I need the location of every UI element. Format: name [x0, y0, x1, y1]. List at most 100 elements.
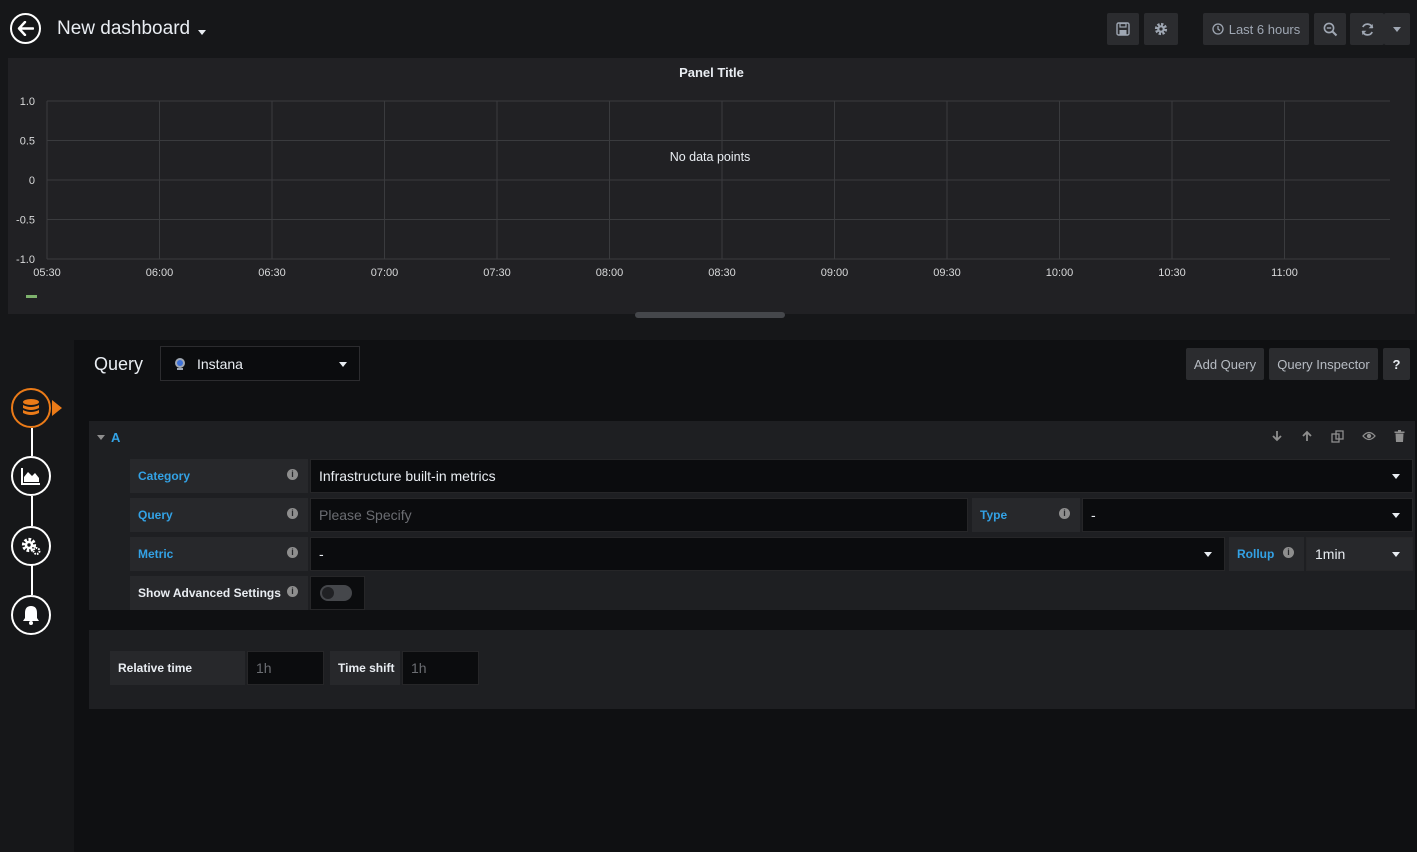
step-general[interactable]	[11, 526, 51, 566]
datasource-picker[interactable]: Instana	[160, 346, 360, 381]
metric-label-text: Metric	[138, 547, 174, 561]
instana-logo-icon	[175, 357, 185, 370]
metric-label: Metric i	[130, 537, 308, 571]
zoom-out-icon	[1323, 22, 1337, 36]
collapse-caret-icon	[97, 435, 105, 440]
help-button[interactable]: ?	[1383, 348, 1410, 380]
back-button[interactable]	[10, 13, 41, 44]
info-icon[interactable]: i	[287, 469, 298, 480]
datasource-name: Instana	[197, 355, 243, 372]
type-label: Type i	[972, 498, 1080, 532]
chevron-down-icon	[1392, 474, 1400, 479]
step-alert[interactable]	[11, 595, 51, 635]
x-tick-label: 11:00	[1271, 267, 1298, 279]
refresh-button[interactable]	[1350, 13, 1384, 45]
step-connector	[31, 428, 33, 456]
type-select[interactable]: -	[1082, 498, 1413, 532]
query-row-header	[89, 421, 1415, 455]
step-visualization[interactable]	[11, 456, 51, 496]
info-icon[interactable]: i	[287, 508, 298, 519]
database-icon	[23, 399, 39, 415]
dashboard-title[interactable]: New dashboard	[57, 18, 207, 40]
time-shift-label: Time shift	[330, 651, 400, 685]
trash-icon[interactable]	[1394, 430, 1405, 442]
query-label-text: Query	[138, 508, 173, 522]
relative-time-label: Relative time	[110, 651, 245, 685]
x-tick-label: 06:30	[258, 267, 286, 279]
graph-canvas: 1.0 0.5 0 -0.5 -1.0 05:30 06:00 06:30 07:00 07:3…	[16, 96, 1390, 298]
query-row-actions	[1271, 430, 1405, 443]
chevron-down-icon	[1392, 552, 1400, 557]
type-value: -	[1091, 507, 1096, 523]
x-tick-label: 09:00	[821, 267, 849, 279]
area-chart-icon	[21, 468, 40, 485]
category-value: Infrastructure built-in metrics	[319, 468, 496, 484]
y-tick-label: 1.0	[20, 96, 35, 108]
query-row-toggle[interactable]: A	[97, 430, 120, 445]
rollup-label-text: Rollup	[1237, 547, 1275, 561]
rollup-select[interactable]: 1min	[1306, 537, 1413, 571]
time-range-label: Last 6 hours	[1228, 21, 1301, 37]
info-icon[interactable]: i	[1059, 508, 1070, 519]
time-shift-input[interactable]: 1h	[402, 651, 479, 685]
advanced-settings-label-text: Show Advanced Settings	[138, 586, 281, 600]
toggle-knob	[322, 587, 334, 599]
dashboard-title-text: New dashboard	[57, 18, 191, 39]
x-tick-label: 08:00	[596, 267, 624, 279]
query-input[interactable]: Please Specify	[310, 498, 968, 532]
save-icon	[1116, 22, 1130, 36]
y-tick-label: -0.5	[16, 215, 35, 227]
y-tick-label: 0	[29, 175, 35, 187]
x-tick-label: 07:30	[483, 267, 511, 279]
panel-resize-handle[interactable]	[635, 312, 785, 318]
clock-icon	[1212, 23, 1224, 35]
chevron-down-icon	[198, 29, 207, 35]
chevron-down-icon	[1393, 26, 1401, 32]
query-section-title: Query	[94, 354, 144, 374]
time-picker-button[interactable]: Last 6 hours	[1203, 13, 1309, 45]
cogs-icon	[21, 537, 41, 555]
eye-icon[interactable]	[1362, 430, 1376, 442]
step-connector	[31, 496, 33, 526]
category-select[interactable]: Infrastructure built-in metrics	[310, 459, 1413, 493]
active-step-pointer	[52, 400, 62, 416]
info-icon[interactable]: i	[287, 547, 298, 558]
save-dashboard-button[interactable]	[1107, 13, 1139, 45]
y-tick-label: -1.0	[16, 254, 35, 266]
move-up-icon[interactable]	[1301, 430, 1313, 442]
info-icon[interactable]: i	[287, 586, 298, 597]
relative-time-input[interactable]: 1h	[247, 651, 324, 685]
x-tick-label: 10:30	[1158, 267, 1186, 279]
bell-icon	[23, 606, 39, 625]
x-tick-label: 05:30	[33, 267, 61, 279]
chevron-down-icon	[1204, 552, 1212, 557]
rollup-value: 1min	[1315, 546, 1346, 562]
advanced-settings-label: Show Advanced Settings i	[130, 576, 308, 610]
legend-series-swatch[interactable]	[26, 295, 37, 298]
info-icon[interactable]: i	[1283, 547, 1294, 558]
x-tick-label: 09:30	[933, 267, 961, 279]
duplicate-icon[interactable]	[1331, 430, 1344, 443]
type-label-text: Type	[980, 508, 1008, 522]
dashboard-settings-button[interactable]	[1144, 13, 1178, 45]
x-tick-label: 10:00	[1046, 267, 1074, 279]
refresh-icon	[1361, 22, 1373, 36]
refresh-interval-dropdown[interactable]	[1384, 13, 1410, 45]
metric-value: -	[319, 546, 324, 562]
category-label: Category i	[130, 459, 308, 493]
chevron-down-icon	[339, 362, 347, 367]
move-down-icon[interactable]	[1271, 430, 1283, 442]
zoom-out-button[interactable]	[1314, 13, 1346, 45]
chevron-down-icon	[1392, 513, 1400, 518]
graph-panel[interactable]: Panel Title 1.0 0.5 0 -0.5 -1.0 05:30 06:00 06…	[8, 58, 1415, 314]
x-tick-label: 08:30	[708, 267, 736, 279]
rollup-label: Rollup i	[1229, 537, 1304, 571]
category-label-text: Category	[138, 469, 191, 483]
query-letter: A	[111, 430, 121, 445]
step-queries[interactable]	[11, 388, 51, 428]
metric-select[interactable]: -	[310, 537, 1225, 571]
y-tick-label: 0.5	[20, 136, 35, 148]
add-query-button[interactable]: Add Query	[1186, 348, 1264, 380]
query-inspector-button[interactable]: Query Inspector	[1269, 348, 1378, 380]
step-connector	[31, 565, 33, 595]
